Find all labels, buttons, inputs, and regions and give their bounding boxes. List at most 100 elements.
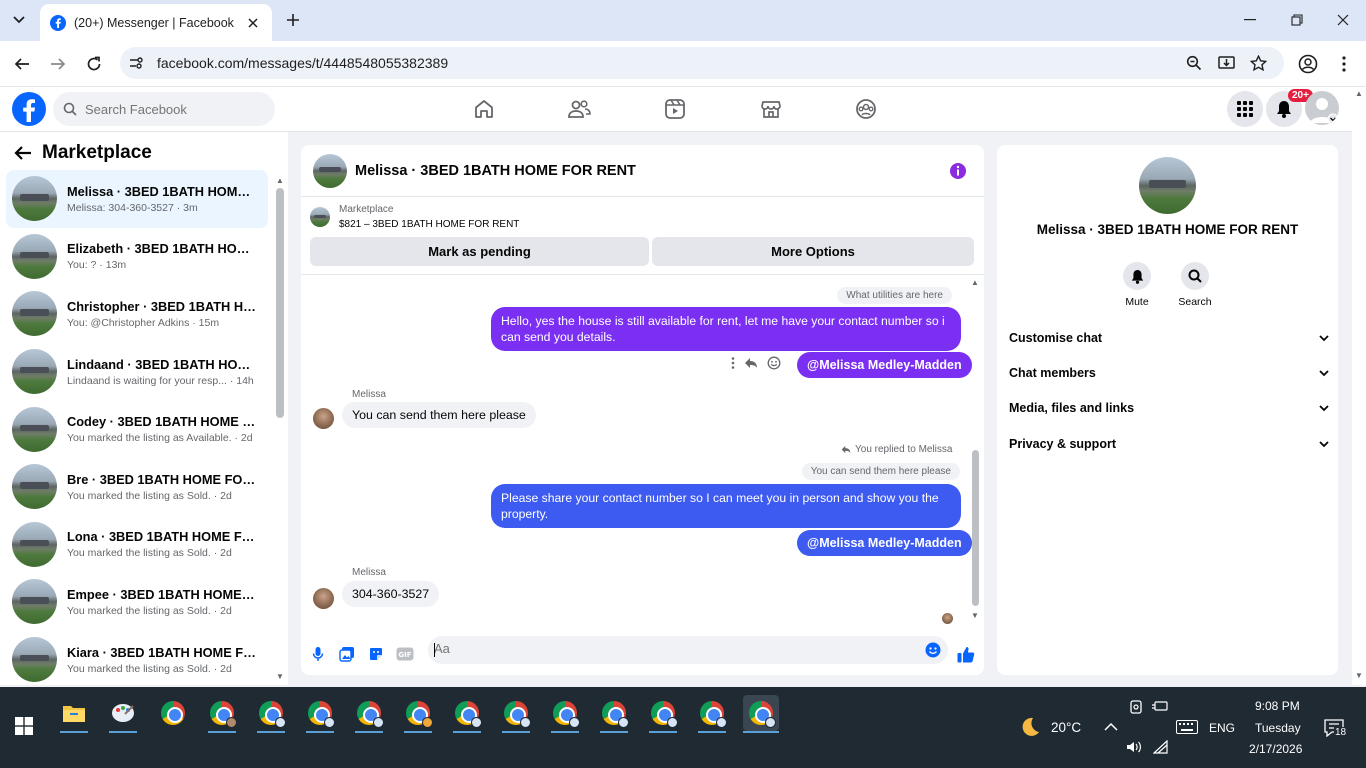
marketplace-icon[interactable]	[759, 97, 783, 121]
back-arrow-icon[interactable]	[14, 145, 32, 161]
chrome-menu-icon[interactable]	[1332, 52, 1356, 76]
listing-thumbnail[interactable]	[310, 207, 330, 227]
facebook-search-input[interactable]	[85, 101, 265, 117]
chat-scrollbar[interactable]	[972, 450, 979, 606]
windows-start-icon[interactable]	[6, 708, 42, 744]
facebook-search-box[interactable]	[53, 92, 275, 126]
wifi-icon[interactable]	[1153, 740, 1169, 754]
zoom-icon[interactable]	[1184, 53, 1204, 73]
reply-quote[interactable]: You can send them here please	[801, 463, 960, 480]
chevron-up-icon[interactable]	[1104, 722, 1118, 731]
chrome-profile-window-icon[interactable]	[498, 695, 534, 733]
incoming-message[interactable]: You can send them here please	[342, 402, 536, 428]
file-explorer-icon[interactable]	[56, 695, 92, 733]
photo-icon[interactable]	[337, 644, 357, 664]
message-input[interactable]	[434, 641, 914, 656]
chat-members-section[interactable]: Chat members	[1009, 366, 1329, 380]
reply-quote[interactable]: What utilities are here	[837, 287, 952, 304]
battery-plug-icon[interactable]	[1152, 700, 1168, 712]
more-options-button[interactable]: More Options	[652, 237, 974, 266]
message-input-box[interactable]	[428, 636, 948, 664]
mute-button[interactable]: Mute	[1112, 262, 1162, 308]
conversation-item[interactable]: Lindaand · 3BED 1BATH HOME ... Lindaand i…	[6, 343, 268, 401]
clock-day[interactable]: Tuesday	[1255, 721, 1301, 735]
forward-arrow-icon[interactable]	[46, 52, 70, 76]
search-conversation-button[interactable]: Search	[1170, 262, 1220, 308]
chat-title[interactable]: Melissa · 3BED 1BATH HOME FOR RENT	[355, 163, 636, 179]
chrome-profile-window-icon[interactable]	[645, 695, 681, 733]
chrome-profile-window-icon[interactable]	[253, 695, 289, 733]
address-bar[interactable]: facebook.com/messages/t/4448548055382389	[120, 47, 1284, 79]
speaker-icon[interactable]	[1126, 740, 1142, 754]
chrome-profile-window-icon[interactable]	[204, 695, 240, 733]
install-app-icon[interactable]	[1216, 53, 1236, 73]
media-files-links-section[interactable]: Media, files and links	[1009, 401, 1329, 415]
moon-weather-icon[interactable]	[1019, 716, 1041, 738]
chat-header[interactable]: Melissa · 3BED 1BATH HOME FOR RENT	[301, 145, 984, 197]
more-dots-icon[interactable]	[731, 357, 735, 369]
chrome-profile-window-icon[interactable]	[547, 695, 583, 733]
conversation-item[interactable]: Codey · 3BED 1BATH HOME FO... You marked …	[6, 400, 268, 458]
microphone-icon[interactable]	[308, 644, 328, 664]
clock-date[interactable]: 2/17/2026	[1249, 742, 1302, 756]
reply-icon[interactable]	[744, 357, 758, 369]
chat-scroll-down-arrow[interactable]: ▼	[971, 611, 979, 620]
close-window-icon[interactable]	[1331, 8, 1355, 32]
sender-avatar[interactable]	[313, 408, 334, 429]
sticker-icon[interactable]	[366, 644, 386, 664]
customise-chat-section[interactable]: Customise chat	[1009, 331, 1329, 345]
paint-app-icon[interactable]	[105, 695, 141, 733]
chat-scroll-up-arrow[interactable]: ▲	[971, 278, 979, 287]
page-scrollbar[interactable]: ▲ ▼	[1352, 87, 1366, 685]
bookmark-star-icon[interactable]	[1248, 53, 1268, 73]
incoming-message[interactable]: 304-360-3527	[342, 581, 440, 607]
video-icon[interactable]	[663, 97, 687, 121]
outgoing-message[interactable]: Hello, yes the house is still available …	[491, 307, 961, 351]
chrome-taskbar-icon[interactable]	[155, 695, 191, 731]
thumbs-up-icon[interactable]	[956, 644, 976, 664]
chrome-profile-window-icon[interactable]	[302, 695, 338, 733]
browser-tab[interactable]: (20+) Messenger | Facebook	[40, 4, 272, 41]
conversation-item[interactable]: Bre · 3BED 1BATH HOME FOR R... You marked…	[6, 458, 268, 516]
chrome-profile-window-icon[interactable]	[351, 695, 387, 733]
tab-close-icon[interactable]	[244, 14, 262, 32]
chrome-profile-window-icon[interactable]	[449, 695, 485, 733]
conversation-item[interactable]: Empee · 3BED 1BATH HOME FO... You marked …	[6, 573, 268, 631]
chrome-profile-window-icon[interactable]	[400, 695, 436, 733]
new-tab-plus-icon[interactable]	[282, 9, 304, 31]
scroll-down-arrow[interactable]: ▼	[276, 672, 284, 681]
friends-icon[interactable]	[567, 97, 591, 121]
minimize-icon[interactable]	[1238, 8, 1262, 32]
menu-grid-icon[interactable]	[1227, 91, 1263, 127]
home-icon[interactable]	[472, 97, 496, 121]
url-text[interactable]: facebook.com/messages/t/4448548055382389	[157, 55, 448, 71]
meet-now-icon[interactable]	[1129, 700, 1143, 714]
listing-title[interactable]: $821 – 3BED 1BATH HOME FOR RENT	[339, 219, 519, 230]
back-arrow-icon[interactable]	[10, 52, 34, 76]
page-scroll-up-arrow[interactable]: ▲	[1355, 89, 1363, 98]
outgoing-message[interactable]: Please share your contact number so I ca…	[491, 484, 961, 528]
scroll-up-arrow[interactable]: ▲	[276, 176, 284, 185]
chat-avatar[interactable]	[313, 153, 347, 188]
sender-avatar[interactable]	[313, 588, 334, 609]
conversation-item[interactable]: Lona · 3BED 1BATH HOME FOR ... You marked…	[6, 516, 268, 574]
conversation-item[interactable]: Elizabeth · 3BED 1BATH HOME F... You: ? ·…	[6, 228, 268, 286]
groups-icon[interactable]	[854, 97, 878, 121]
react-emoji-icon[interactable]	[767, 356, 781, 370]
contact-avatar[interactable]	[1139, 157, 1196, 214]
chrome-profile-icon[interactable]	[1296, 52, 1320, 76]
restore-icon[interactable]	[1285, 8, 1309, 32]
clock-time[interactable]: 9:08 PM	[1255, 699, 1300, 713]
mention-message[interactable]: @Melissa Medley-Madden	[797, 530, 972, 556]
gif-icon[interactable]: GIF	[395, 644, 415, 664]
keyboard-icon[interactable]	[1176, 720, 1198, 734]
emoji-icon[interactable]	[925, 642, 941, 658]
conversation-item[interactable]: Melissa · 3BED 1BATH HOME FO... Melissa: …	[6, 170, 268, 228]
mark-as-pending-button[interactable]: Mark as pending	[310, 237, 649, 266]
chrome-active-window-icon[interactable]	[743, 695, 779, 733]
site-info-icon[interactable]	[128, 55, 144, 71]
info-icon[interactable]	[949, 162, 967, 180]
language-indicator[interactable]: ENG	[1209, 721, 1235, 735]
weather-temperature[interactable]: 20°C	[1051, 720, 1081, 735]
sidebar-scrollbar[interactable]	[276, 188, 284, 418]
